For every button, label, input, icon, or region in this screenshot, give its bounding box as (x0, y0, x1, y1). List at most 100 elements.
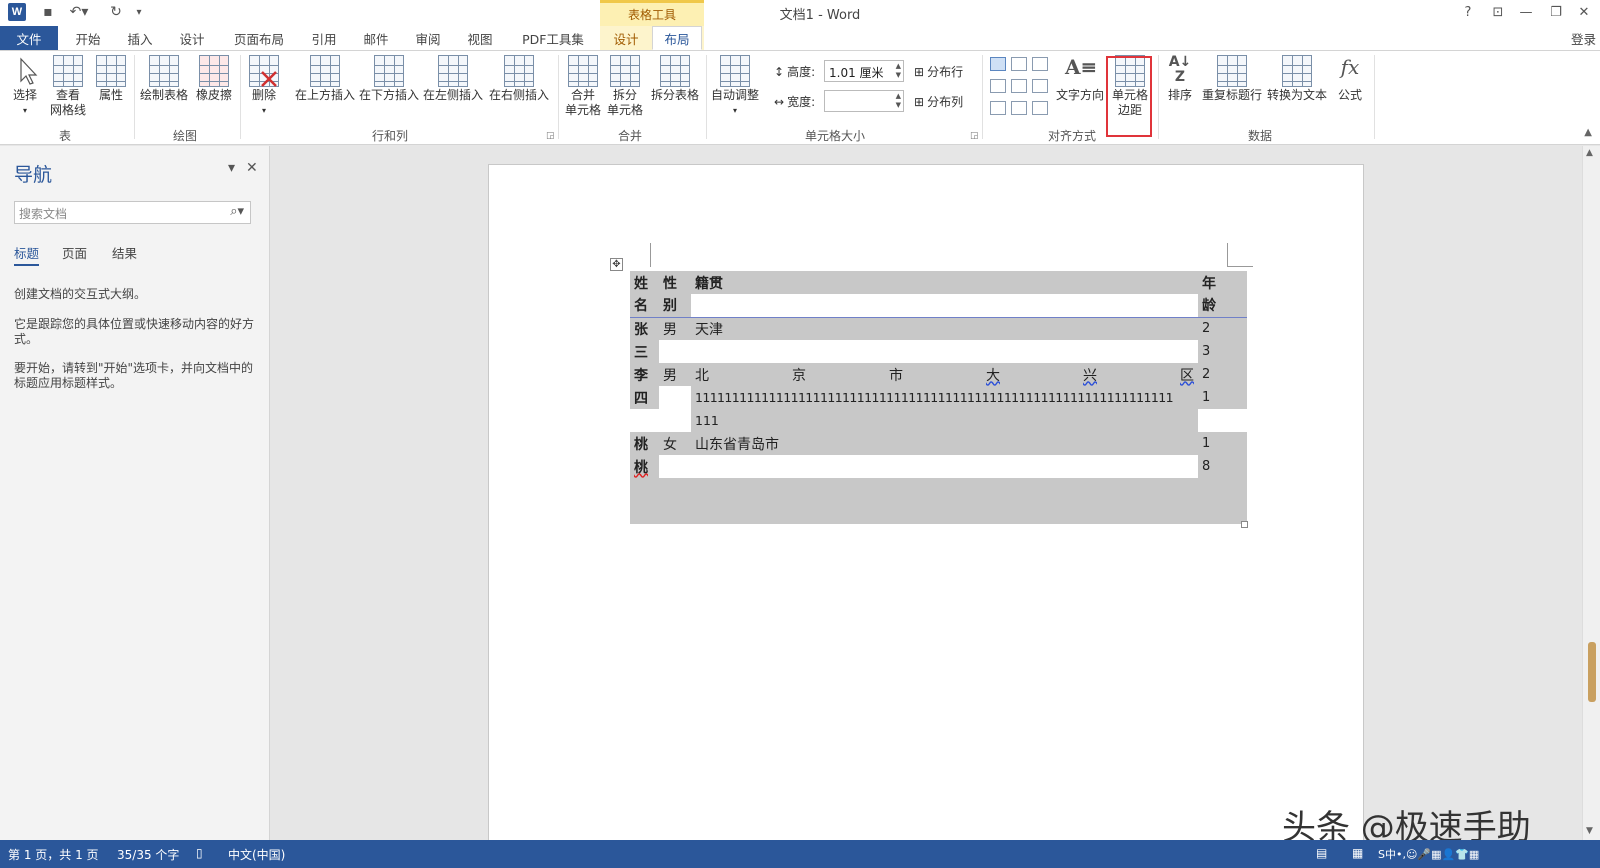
table-cell[interactable] (630, 501, 1247, 524)
split-cells-button[interactable]: 拆分 单元格 (604, 55, 646, 118)
distribute-columns-button[interactable]: ⊞ 分布列 (914, 93, 963, 110)
insert-below-button[interactable]: 在下方插入 (358, 55, 420, 103)
text-direction-button[interactable]: A≡ 文字方向 (1054, 55, 1106, 103)
draw-table-button[interactable]: 绘制表格 (138, 55, 190, 103)
table-cell[interactable]: 性 (659, 271, 691, 294)
delete-button[interactable]: 删除 ▾ (244, 55, 284, 118)
split-table-button[interactable]: 拆分表格 (648, 55, 702, 103)
table-cell[interactable] (1198, 409, 1247, 432)
ime-status-icons[interactable]: S中•,☺🎤▦👤👕▦ (1378, 846, 1479, 862)
document-table[interactable]: 姓 性 籍贯 年 名 别 龄 张 男 天津 2 三 3 李 男 北 京 市 大 … (630, 271, 1247, 524)
tab-page-layout[interactable]: 页面布局 (226, 26, 292, 50)
align-middle-center-button[interactable] (1011, 79, 1027, 93)
merge-cells-button[interactable]: 合并 单元格 (562, 55, 604, 118)
table-cell[interactable]: 111 (691, 409, 1198, 432)
tab-references[interactable]: 引用 (298, 26, 350, 50)
table-cell[interactable]: 8 (1198, 455, 1247, 478)
table-cell[interactable]: 山东省青岛市 (691, 432, 1198, 455)
table-cell[interactable] (659, 340, 691, 363)
table-cell[interactable]: 男 (659, 317, 691, 340)
insert-left-button[interactable]: 在左侧插入 (422, 55, 484, 103)
save-icon[interactable]: ▪ (38, 3, 58, 21)
table-cell[interactable] (691, 340, 1198, 363)
nav-search-input[interactable]: 搜索文档 ⌕▾ (14, 201, 251, 224)
scroll-down-arrow-icon[interactable]: ▼ (1586, 826, 1593, 836)
height-input[interactable]: 1.01 厘米 ▲ ▼ (824, 60, 904, 82)
table-cell[interactable]: 2 (1198, 363, 1247, 386)
align-bottom-right-button[interactable] (1032, 101, 1048, 115)
print-layout-icon[interactable]: ▦ (1352, 846, 1363, 860)
insert-right-button[interactable]: 在右侧插入 (488, 55, 550, 103)
table-cell[interactable]: 姓 (630, 271, 659, 294)
status-page-count[interactable]: 第 1 页，共 1 页 (8, 846, 99, 863)
tab-mailings[interactable]: 邮件 (350, 26, 402, 50)
view-gridlines-button[interactable]: 查看 网格线 (46, 55, 90, 118)
nav-tab-results[interactable]: 结果 (112, 243, 137, 262)
table-cell[interactable]: 桃 (630, 455, 659, 478)
table-cell[interactable]: 3 (1198, 340, 1247, 363)
redo-icon[interactable]: ↻ (106, 3, 126, 21)
tab-file[interactable]: 文件 (0, 26, 58, 50)
dialog-launcher-icon[interactable]: ◲ (546, 131, 555, 141)
table-cell[interactable]: 籍贯 (691, 271, 1198, 294)
table-cell[interactable]: 男 (659, 363, 691, 386)
align-top-center-button[interactable] (1011, 57, 1027, 71)
table-cell[interactable]: 女 (659, 432, 691, 455)
table-cell[interactable] (691, 294, 1198, 318)
vertical-scrollbar[interactable]: ▲ ▼ (1582, 146, 1600, 840)
table-cell[interactable]: 李 (630, 363, 659, 386)
table-cell[interactable] (659, 386, 691, 432)
tab-home[interactable]: 开始 (62, 26, 114, 50)
sort-button[interactable]: A↓ Z 排序 (1162, 55, 1198, 103)
table-move-handle-icon[interactable]: ✥ (610, 258, 623, 271)
table-cell[interactable]: 桃 (630, 432, 659, 455)
help-button[interactable]: ? (1456, 3, 1480, 21)
distribute-rows-button[interactable]: ⊞ 分布行 (914, 63, 963, 80)
login-link[interactable]: 登录 (1571, 29, 1596, 48)
repeat-header-rows-button[interactable]: 重复标题行 (1200, 55, 1264, 103)
scroll-up-arrow-icon[interactable]: ▲ (1586, 148, 1593, 158)
eraser-button[interactable]: 橡皮擦 (192, 55, 236, 103)
table-cell[interactable] (691, 455, 1198, 478)
read-mode-icon[interactable]: ▤ (1316, 846, 1327, 860)
status-language[interactable]: 中文(中国) (228, 846, 285, 863)
table-cell[interactable]: 1 (1198, 432, 1247, 455)
select-button[interactable]: 选择 ▾ (6, 55, 44, 118)
width-input[interactable]: ▲ ▼ (824, 90, 904, 112)
tab-table-design[interactable]: 设计 (602, 26, 650, 50)
customize-toolbar-icon[interactable]: ▾ (132, 3, 146, 21)
dialog-launcher-icon[interactable]: ◲ (970, 131, 979, 141)
table-cell[interactable] (659, 455, 691, 478)
restore-button[interactable]: ❐ (1544, 3, 1568, 21)
tab-pdf-tools[interactable]: PDF工具集 (508, 26, 598, 50)
table-cell[interactable]: 四 (630, 386, 659, 409)
formula-button[interactable]: fx 公式 (1330, 55, 1370, 103)
table-cell[interactable] (630, 478, 1247, 501)
word-logo-icon[interactable]: W (8, 3, 26, 21)
table-cell[interactable]: 北 京 市 大 兴 区 (691, 363, 1198, 386)
proofing-book-icon[interactable]: ▯ (196, 846, 203, 860)
table-cell[interactable]: 名 (630, 294, 659, 318)
status-word-count[interactable]: 35/35 个字 (117, 846, 179, 863)
table-cell[interactable]: 2 (1198, 317, 1247, 340)
ribbon-display-options-button[interactable]: ⊡ (1486, 3, 1510, 21)
convert-to-text-button[interactable]: 转换为文本 (1266, 55, 1328, 103)
align-top-left-button[interactable] (990, 57, 1006, 71)
tab-view[interactable]: 视图 (454, 26, 506, 50)
close-button[interactable]: ✕ (1572, 3, 1596, 21)
table-cell[interactable]: 1111111111111111111111111111111111111111… (691, 386, 1198, 409)
align-middle-right-button[interactable] (1032, 79, 1048, 93)
align-top-right-button[interactable] (1032, 57, 1048, 71)
spinner-arrows-icon[interactable]: ▲ ▼ (896, 62, 901, 80)
search-icon[interactable]: ⌕▾ (230, 204, 244, 219)
table-cell[interactable]: 三 (630, 340, 659, 363)
table-cell[interactable]: 1 (1198, 386, 1247, 409)
nav-tab-headings[interactable]: 标题 (14, 243, 40, 266)
align-bottom-left-button[interactable] (990, 101, 1006, 115)
collapse-ribbon-icon[interactable]: ▲ (1584, 127, 1592, 138)
scrollbar-thumb[interactable] (1588, 642, 1596, 702)
table-cell[interactable]: 张 (630, 317, 659, 340)
undo-icon[interactable]: ↶▾ (66, 3, 92, 21)
table-cell[interactable]: 年 (1198, 271, 1247, 294)
tab-design[interactable]: 设计 (166, 26, 218, 50)
